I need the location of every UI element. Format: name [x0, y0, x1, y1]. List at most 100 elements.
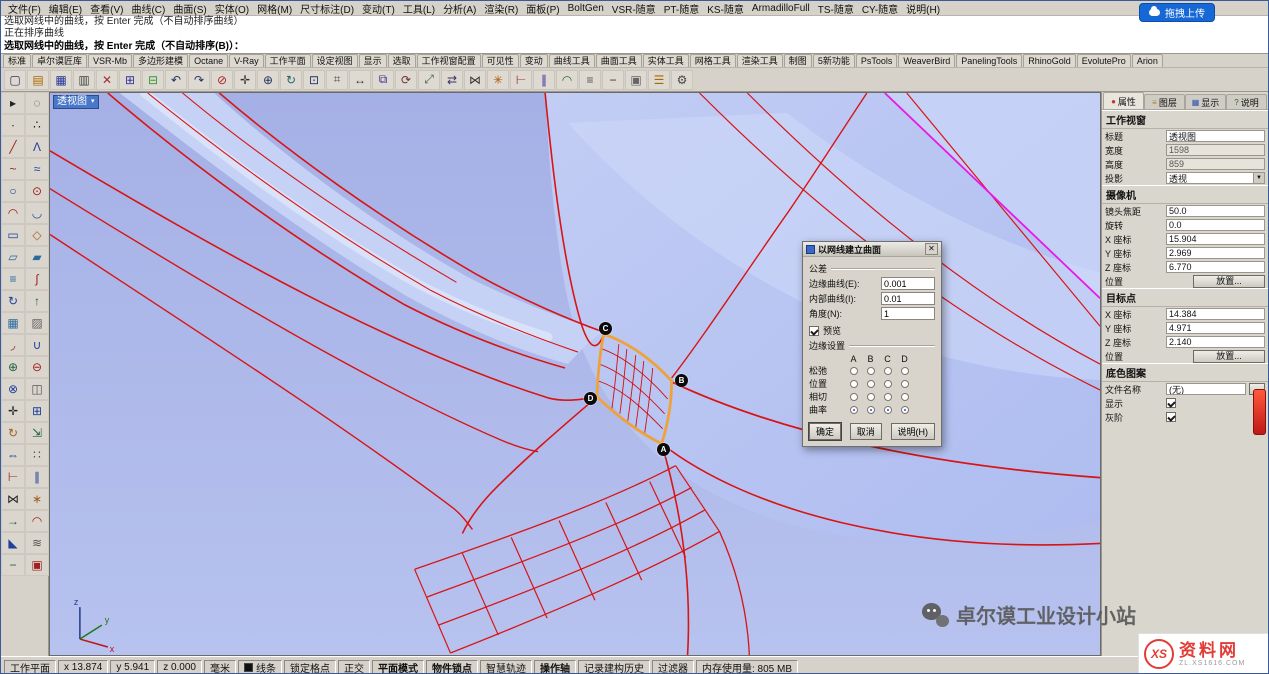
delete-icon[interactable]: ⊘ — [211, 70, 233, 90]
toolbar-tab[interactable]: 多边形建模 — [133, 54, 188, 67]
toolbar-tab[interactable]: PanelingTools — [956, 54, 1022, 67]
edge-radio-b[interactable] — [862, 367, 879, 375]
circle-icon[interactable]: ○ — [1, 180, 25, 202]
explode-icon[interactable]: ∗ — [25, 488, 49, 510]
toolbar-tab[interactable]: 可见性 — [482, 54, 519, 67]
explode-icon[interactable]: ✳ — [487, 70, 509, 90]
blendsrf-icon[interactable]: ∪ — [25, 334, 49, 356]
perspective-viewport[interactable]: z x y 透视图 ▾ C B D A 以网线建立曲面 ✕ — [49, 92, 1101, 656]
toolbar-tab[interactable]: 选取 — [388, 54, 416, 67]
camera-place-button[interactable]: 放置... — [1193, 275, 1265, 288]
point-icon[interactable]: ∙ — [1, 114, 25, 136]
cplane-menu[interactable]: 工作平面 — [4, 660, 56, 674]
edge-radio-c[interactable] — [879, 406, 896, 414]
rectangle-icon[interactable]: ▭ — [1, 224, 25, 246]
toolbar-tab[interactable]: V-Ray — [229, 54, 264, 67]
zoom-window-icon[interactable]: ⌗ — [326, 70, 348, 90]
toolbar-tab[interactable]: Arion — [1132, 54, 1163, 67]
arc3pt-icon[interactable]: ◡ — [25, 202, 49, 224]
lock-icon[interactable]: ▣ — [625, 70, 647, 90]
fillet-icon[interactable]: ◠ — [556, 70, 578, 90]
chamfer-icon[interactable]: ◣ — [1, 532, 25, 554]
camera-value-field[interactable]: 15.904 — [1166, 233, 1265, 245]
print-icon[interactable]: ▥ — [73, 70, 95, 90]
toolbar-tab[interactable]: 5新功能 — [813, 54, 855, 67]
toolbar-tab[interactable]: 卓尔谟匠库 — [32, 54, 87, 67]
interpcurve-icon[interactable]: ≈ — [25, 158, 49, 180]
toolbar-tab[interactable]: RhinoGold — [1023, 54, 1076, 67]
filletsrf-icon[interactable]: ◞ — [1, 334, 25, 356]
new-file-icon[interactable]: ▢ — [4, 70, 26, 90]
camera-value-field[interactable]: 6.770 — [1166, 261, 1265, 273]
mirror-icon[interactable]: ⇔ — [1, 444, 25, 466]
target-place-button[interactable]: 放置... — [1193, 350, 1265, 363]
revolve-icon[interactable]: ↻ — [1, 290, 25, 312]
open-file-icon[interactable]: ▤ — [27, 70, 49, 90]
trim-icon[interactable]: ⊢ — [1, 466, 25, 488]
angle-input[interactable] — [881, 307, 935, 320]
target-value-field[interactable]: 2.140 — [1166, 336, 1265, 348]
rotate-icon[interactable]: ⟳ — [395, 70, 417, 90]
viewport-title-tab[interactable]: 透视图 ▾ — [53, 95, 99, 109]
rotate-view-icon[interactable]: ↻ — [280, 70, 302, 90]
tab-display[interactable]: ▦显示 — [1185, 94, 1226, 109]
current-layer[interactable]: 线条 — [238, 660, 282, 674]
difference-icon[interactable]: ⊖ — [25, 356, 49, 378]
units-label[interactable]: 毫米 — [204, 660, 236, 674]
edge-radio-d[interactable] — [896, 406, 913, 414]
camera-value-field[interactable]: 50.0 — [1166, 205, 1265, 217]
dialog-title-bar[interactable]: 以网线建立曲面 ✕ — [803, 242, 941, 257]
redo-icon[interactable]: ↷ — [188, 70, 210, 90]
toolbar-tab[interactable]: PsTools — [856, 54, 898, 67]
toolbar-tab[interactable]: VSR-Mb — [88, 54, 132, 67]
floating-badge[interactable] — [1253, 389, 1266, 435]
loft-icon[interactable]: ≡ — [1, 268, 25, 290]
edge-radio-a[interactable] — [845, 393, 862, 401]
menu-item[interactable]: 文件(F) — [4, 1, 45, 16]
edge-radio-d[interactable] — [896, 393, 913, 401]
status-toggle[interactable]: 物件锁点 — [426, 660, 478, 674]
target-value-field[interactable]: 4.971 — [1166, 322, 1265, 334]
extrude-icon[interactable]: ↑ — [25, 290, 49, 312]
help-button[interactable]: 说明(H) — [891, 423, 936, 440]
cut-icon[interactable]: ✕ — [96, 70, 118, 90]
offset-icon[interactable]: ≋ — [25, 532, 49, 554]
join-icon[interactable]: ⋈ — [464, 70, 486, 90]
edge-radio-b[interactable] — [862, 406, 879, 414]
tab-properties[interactable]: ●属性 — [1103, 92, 1144, 109]
wallpaper-filename-field[interactable]: (无) — [1166, 383, 1246, 395]
edge-radio-a[interactable] — [845, 380, 862, 388]
trim-icon[interactable]: ⊢ — [510, 70, 532, 90]
menu-item[interactable]: 渲染(R) — [480, 1, 522, 16]
cancel-button[interactable]: 取消 — [850, 423, 882, 440]
status-toggle[interactable]: 记录建构历史 — [578, 660, 650, 674]
options-icon[interactable]: ⚙ — [671, 70, 693, 90]
status-toggle[interactable]: 锁定格点 — [284, 660, 336, 674]
patch-icon[interactable]: ▦ — [1, 312, 25, 334]
drag-upload-button[interactable]: 拖拽上传 — [1140, 4, 1214, 21]
menu-item[interactable]: 分析(A) — [439, 1, 480, 16]
plane-icon[interactable]: ▰ — [25, 246, 49, 268]
toolbar-tab[interactable]: 渲染工具 — [737, 54, 783, 67]
split-icon[interactable]: ∥ — [533, 70, 555, 90]
zoom-icon[interactable]: ⊕ — [257, 70, 279, 90]
move-icon[interactable]: ✛ — [1, 400, 25, 422]
edge-radio-d[interactable] — [896, 367, 913, 375]
viewport-title-field[interactable]: 透视图 — [1166, 130, 1265, 142]
edge-curve-input[interactable] — [881, 277, 935, 290]
toolbar-tab[interactable]: WeaverBird — [898, 54, 955, 67]
lock-icon[interactable]: ▣ — [25, 554, 49, 576]
edge-radio-b[interactable] — [862, 393, 879, 401]
pan-icon[interactable]: ✛ — [234, 70, 256, 90]
edge-radio-c[interactable] — [879, 367, 896, 375]
menu-item[interactable]: 变动(T) — [358, 1, 399, 16]
toolbar-tab[interactable]: 变动 — [520, 54, 548, 67]
split-icon[interactable]: ∥ — [25, 466, 49, 488]
surface-icon[interactable]: ▱ — [1, 246, 25, 268]
menu-item[interactable]: 工具(L) — [399, 1, 439, 16]
scale-icon[interactable]: ⤢ — [418, 70, 440, 90]
menu-item[interactable]: VSR-随意 — [608, 1, 660, 16]
menu-item[interactable]: CY-随意 — [858, 1, 902, 16]
curve-icon[interactable]: ~ — [1, 158, 25, 180]
select-icon[interactable]: ▸ — [1, 92, 25, 114]
